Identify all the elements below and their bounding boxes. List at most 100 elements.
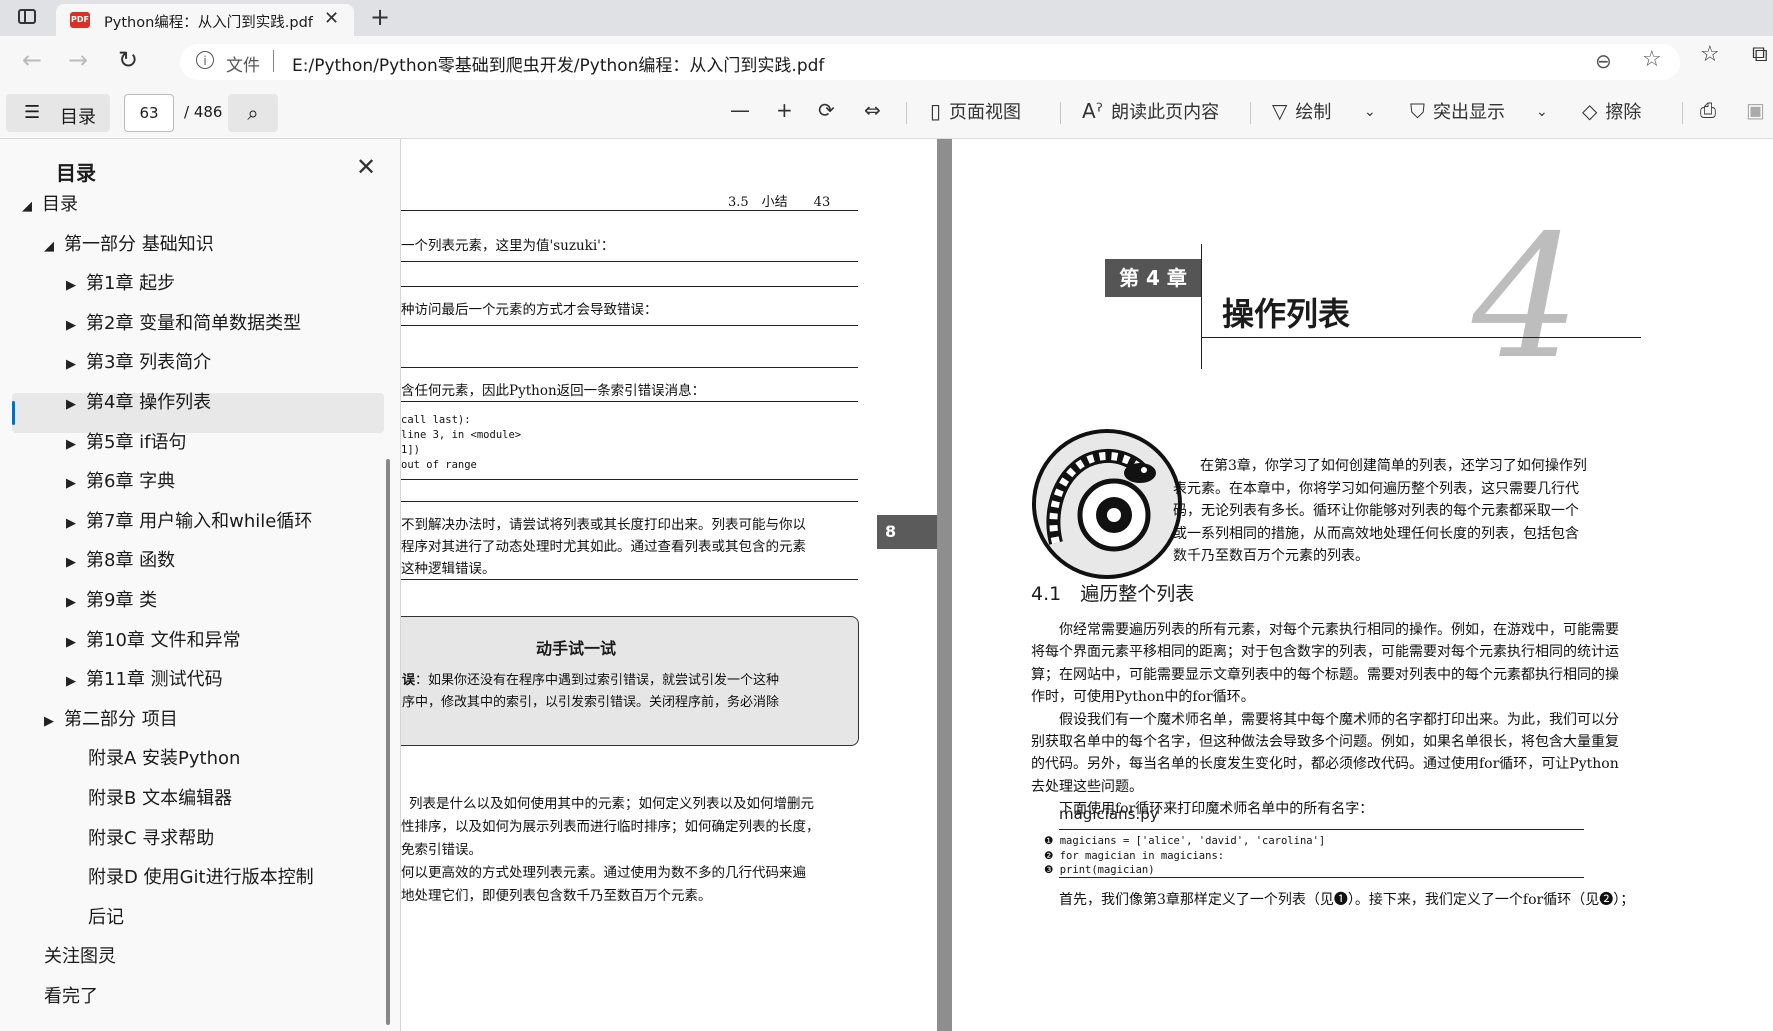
expand-arrow-icon[interactable]: ▶ xyxy=(66,505,86,543)
summary-line: 性排序，以及如何为展示列表而进行临时排序；如何确定列表的长度， xyxy=(401,819,820,835)
draw-button[interactable]: ▽ 绘制 xyxy=(1272,98,1331,124)
code-line: ❷ for magician in magicians: xyxy=(1044,849,1225,862)
highlight-button[interactable]: ⛉ 突出显示 xyxy=(1410,98,1505,124)
body-line: 一个列表元素，这里为值'suzuki'： xyxy=(401,238,615,254)
toc-item[interactable]: ▶ 第二部分 项目 xyxy=(44,701,178,739)
toc-item[interactable]: ◢ 第一部分 基础知识 xyxy=(44,226,214,264)
collapse-arrow-icon[interactable]: ◢ xyxy=(22,188,42,226)
page-total: / 486 xyxy=(184,103,223,121)
rule xyxy=(401,210,858,211)
url-box[interactable]: i 文件 E:/Python/Python零基础到爬虫开发/Python编程：从… xyxy=(180,44,1680,80)
expand-arrow-icon[interactable]: ▶ xyxy=(66,465,86,503)
favorite-add-icon[interactable]: ☆ xyxy=(1642,47,1662,72)
page-view-label: 页面视图 xyxy=(949,102,1022,123)
try-it-line: 误：如果你还没有在程序中遇到过索引错误，就尝试引发一个这种 xyxy=(402,669,779,688)
expand-arrow-icon[interactable]: ▶ xyxy=(66,544,86,582)
toc-item[interactable]: 附录D 使用Git进行版本控制 xyxy=(88,859,314,897)
toc-item[interactable]: 附录C 寻求帮助 xyxy=(88,820,214,858)
toc-item[interactable]: ▶ 第1章 起步 xyxy=(66,265,175,303)
intro-line: 或一系列相同的措施，从而高效地处理任何长度的列表，包括包含 xyxy=(1173,525,1579,542)
pdf-file-icon: PDF xyxy=(70,12,90,28)
expand-arrow-icon[interactable]: ▶ xyxy=(66,267,86,305)
read-aloud-button[interactable]: A͏ˀ 朗读此页内容 xyxy=(1082,98,1219,124)
toc-item[interactable]: 关注图灵 xyxy=(44,938,116,976)
print-icon[interactable]: ⎙ xyxy=(1700,98,1716,122)
draw-chevron-down-icon[interactable]: ⌄ xyxy=(1364,104,1376,120)
toc-item[interactable]: ▶ 第10章 文件和异常 xyxy=(66,622,241,660)
try-it-title: 动手试一试 xyxy=(536,639,617,658)
toc-close-icon[interactable]: ✕ xyxy=(356,153,376,181)
expand-arrow-icon[interactable]: ▶ xyxy=(66,663,86,701)
new-tab-icon[interactable]: + xyxy=(370,3,390,31)
rule xyxy=(401,367,858,368)
expand-arrow-icon[interactable]: ▶ xyxy=(66,346,86,384)
toc-item[interactable]: 看完了 xyxy=(44,978,98,1016)
page-view-button[interactable]: ▯ 页面视图 xyxy=(930,98,1021,124)
refresh-icon[interactable]: ↻ xyxy=(118,46,138,74)
erase-button[interactable]: ◇ 擦除 xyxy=(1582,98,1641,124)
save-icon[interactable]: ▣ xyxy=(1746,98,1765,122)
toc-item[interactable]: ◢ 目录 xyxy=(22,186,78,224)
body-line: 别获取名单中的每个名字，但这种做法会导致多个问题。例如，如果名单很长，将包含大量… xyxy=(1031,734,1619,750)
browser-tab[interactable]: PDF Python编程：从入门到实践.pdf ✕ xyxy=(56,4,354,36)
toc-item[interactable]: ▶ 第8章 函数 xyxy=(66,542,175,580)
highlight-chevron-down-icon[interactable]: ⌄ xyxy=(1536,104,1548,120)
collections-icon[interactable]: ⧉ xyxy=(1752,42,1768,67)
page-number-input[interactable]: 63 xyxy=(124,94,174,132)
back-icon[interactable]: ← xyxy=(22,46,42,74)
toc-item[interactable]: ▶ 第4章 操作列表 xyxy=(66,384,211,422)
pdf-viewer: 3.5 小结 43 一个列表元素，这里为值'suzuki'： 种访问最后一个元素… xyxy=(401,139,1773,1031)
snake-engine-illustration xyxy=(1036,433,1178,575)
expand-arrow-icon[interactable]: ▶ xyxy=(66,307,86,345)
toc-item[interactable]: ▶ 第7章 用户输入和while循环 xyxy=(66,503,312,541)
tab-title: Python编程：从入门到实践.pdf xyxy=(104,15,313,31)
url-text[interactable]: E:/Python/Python零基础到爬虫开发/Python编程：从入门到实践… xyxy=(292,51,824,76)
toolbar-divider xyxy=(906,102,907,124)
toc-scrollbar[interactable] xyxy=(386,459,390,1025)
try-it-text: ：如果你还没有在程序中遇到过索引错误，就尝试引发一个这种 xyxy=(415,673,780,688)
toc-item[interactable]: ▶ 第6章 字典 xyxy=(66,463,175,501)
toc-button[interactable]: ☰ 目录 xyxy=(6,94,110,132)
rule xyxy=(401,261,858,262)
toc-item[interactable]: ▶ 第2章 变量和简单数据类型 xyxy=(66,305,301,343)
page-view-icon: ▯ xyxy=(930,99,942,123)
fit-width-icon[interactable]: ⇔ xyxy=(864,98,881,122)
toc-item-label: 第3章 列表简介 xyxy=(86,352,212,374)
favorites-icon[interactable]: ☆ xyxy=(1700,42,1720,67)
collapse-arrow-icon[interactable]: ◢ xyxy=(44,228,64,266)
search-icon[interactable]: ⌕ xyxy=(228,94,278,132)
toc-item[interactable]: ▶ 第3章 列表简介 xyxy=(66,344,211,382)
tab-close-icon[interactable]: ✕ xyxy=(324,8,339,29)
zoom-in-button[interactable]: + xyxy=(776,98,793,122)
body-line: 的代码。另外，每当名单的长度发生变化时，都必须修改代码。通过使用for循环，可让… xyxy=(1031,756,1619,773)
rotate-icon[interactable]: ⟳ xyxy=(818,98,835,122)
toc-list-icon: ☰ xyxy=(24,102,41,123)
site-info-icon[interactable]: i xyxy=(196,51,214,69)
toc-item-label: 第7章 用户输入和while循环 xyxy=(86,510,313,532)
chapter-side-tab: 8 xyxy=(877,515,937,549)
toolbar-divider xyxy=(1060,102,1061,124)
rule xyxy=(401,325,858,326)
tab-actions-icon[interactable] xyxy=(18,9,36,24)
toc-item-label: 后记 xyxy=(88,906,124,928)
rule xyxy=(1059,877,1584,878)
code-line: ❶ magicians = ['alice', 'david', 'caroli… xyxy=(1044,835,1326,847)
expand-arrow-icon[interactable]: ▶ xyxy=(66,426,86,464)
rule xyxy=(1059,829,1584,830)
toc-item[interactable]: ▶ 第5章 if语句 xyxy=(66,424,187,462)
zoom-out-icon[interactable]: ⊖ xyxy=(1595,49,1612,73)
code-line: call last): xyxy=(401,414,471,426)
intro-line: 表元素。在本章中，你将学习如何遍历整个列表，这只需要几行代 xyxy=(1173,480,1579,497)
expand-arrow-icon[interactable]: ▶ xyxy=(66,624,86,662)
expand-arrow-icon[interactable]: ▶ xyxy=(44,703,64,741)
forward-icon[interactable]: → xyxy=(68,46,88,74)
toc-item[interactable]: 附录B 文本编辑器 xyxy=(88,780,232,818)
toc-item[interactable]: 附录A 安装Python xyxy=(88,740,240,778)
toc-item[interactable]: 后记 xyxy=(88,899,124,937)
toc-item[interactable]: ▶ 第11章 测试代码 xyxy=(66,661,223,699)
expand-arrow-icon[interactable]: ▶ xyxy=(66,584,86,622)
toc-item[interactable]: ▶ 第9章 类 xyxy=(66,582,157,620)
expand-arrow-icon[interactable]: ▶ xyxy=(66,386,86,424)
zoom-out-button[interactable]: — xyxy=(730,98,750,122)
address-bar: ← → ↻ i 文件 E:/Python/Python零基础到爬虫开发/Pyth… xyxy=(0,36,1773,88)
